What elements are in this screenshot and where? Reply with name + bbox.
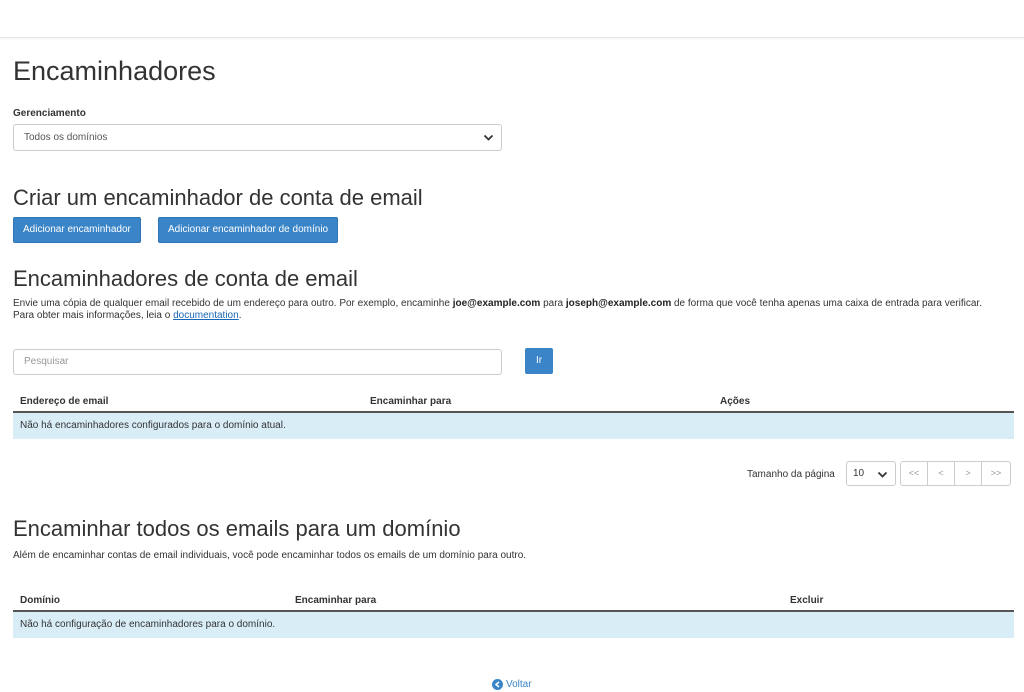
account-forwarders-description: Envie uma cópia de qualquer email recebi…: [13, 298, 982, 321]
column-forward-to[interactable]: Encaminhar para: [295, 595, 376, 606]
page-size-value: 10: [853, 468, 865, 479]
empty-message-row: Não há configuração de encaminhadores pa…: [13, 612, 1014, 638]
pagination-controls: << < > >>: [900, 461, 1011, 486]
chevron-down-icon: [877, 471, 888, 478]
table-header: Endereço de email Encaminhar para Ações: [13, 391, 1014, 413]
page-title: Encaminhadores: [13, 56, 216, 86]
create-forwarder-heading: Criar um encaminhador de conta de email: [13, 185, 423, 210]
arrow-left-icon: [492, 679, 503, 690]
search-input[interactable]: Pesquisar: [13, 349, 502, 375]
account-forwarders-heading: Encaminhadores de conta de email: [13, 266, 358, 291]
domain-select-value: Todos os domínios: [24, 132, 108, 143]
domain-forwarders-table: Domínio Encaminhar para Excluir Não há c…: [13, 590, 1014, 638]
back-label: Voltar: [506, 679, 532, 690]
go-button[interactable]: Ir: [525, 348, 553, 374]
add-forwarder-button[interactable]: Adicionar encaminhador: [13, 217, 141, 243]
add-domain-forwarder-button[interactable]: Adicionar encaminhador de domínio: [158, 217, 339, 243]
column-actions: Ações: [720, 396, 751, 407]
documentation-link[interactable]: documentation: [173, 310, 239, 321]
prev-page-button[interactable]: <: [927, 461, 955, 486]
page-size-select[interactable]: 10: [846, 461, 896, 486]
domain-forwarders-description: Além de encaminhar contas de email indiv…: [13, 550, 527, 561]
chevron-down-icon: [483, 134, 494, 141]
last-page-button[interactable]: >>: [981, 461, 1011, 486]
first-page-button[interactable]: <<: [900, 461, 928, 486]
empty-message-row: Não há encaminhadores configurados para …: [13, 413, 1014, 439]
column-email-address[interactable]: Endereço de email: [20, 396, 108, 407]
column-delete: Excluir: [790, 595, 824, 606]
table-header: Domínio Encaminhar para Excluir: [13, 590, 1014, 612]
domain-forwarders-heading: Encaminhar todos os emails para um domín…: [13, 516, 461, 541]
domain-select[interactable]: Todos os domínios: [13, 124, 502, 151]
next-page-button[interactable]: >: [954, 461, 982, 486]
column-domain[interactable]: Domínio: [20, 595, 60, 606]
column-forward-to[interactable]: Encaminhar para: [370, 396, 451, 407]
management-label: Gerenciamento: [13, 108, 86, 119]
account-forwarders-table: Endereço de email Encaminhar para Ações …: [13, 391, 1014, 439]
page-size-label: Tamanho da página: [747, 469, 835, 480]
top-bar: [0, 0, 1024, 38]
back-link[interactable]: Voltar: [492, 679, 532, 690]
